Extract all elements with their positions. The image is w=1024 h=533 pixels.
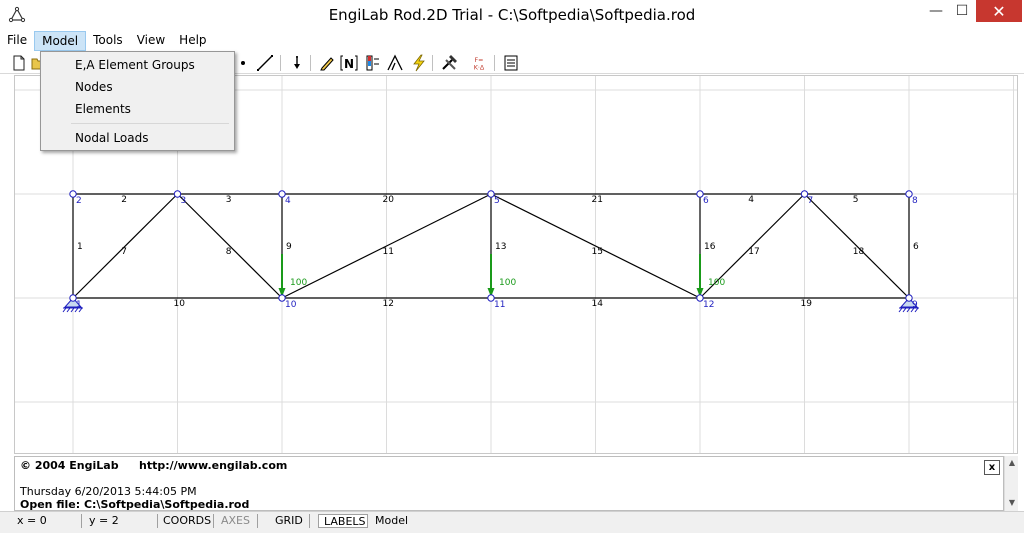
menu-tools[interactable]: Tools: [86, 31, 130, 51]
load-arrow-icon[interactable]: [288, 54, 306, 72]
output-panel: © 2004 EngiLab http://www.engilab.com Th…: [14, 456, 1004, 511]
element-label-16: 16: [704, 242, 716, 252]
output-scrollbar[interactable]: ▲ ▼: [1004, 456, 1018, 511]
menu-item-nodal-loads[interactable]: Nodal Loads: [75, 128, 148, 148]
element-label-12: 12: [383, 299, 394, 309]
menu-item-elements[interactable]: Elements: [75, 99, 131, 119]
fk-top-text: F=: [475, 57, 484, 64]
element-18[interactable]: [804, 193, 910, 299]
element-8[interactable]: [177, 193, 283, 299]
support-hatch-9: [902, 307, 907, 313]
element-7[interactable]: [72, 193, 178, 299]
element-label-9: 9: [286, 242, 292, 252]
timestamp-text: Thursday 6/20/2013 5:44:05 PM: [20, 485, 197, 498]
element-label-15: 15: [592, 247, 603, 257]
node-label-3: 3: [181, 196, 187, 206]
node-label-5: 5: [494, 196, 500, 206]
support-hatch-9: [898, 307, 903, 313]
node-label-12: 12: [703, 300, 714, 310]
website-link[interactable]: http://www.engilab.com: [139, 459, 287, 472]
element-label-19: 19: [801, 299, 813, 309]
fk-formula-icon[interactable]: F= K·Δ: [470, 54, 488, 72]
element-label-18: 18: [853, 247, 865, 257]
scroll-up-icon[interactable]: ▲: [1005, 456, 1019, 470]
element-label-11: 11: [383, 247, 394, 257]
model-dropdown-menu: E,A Element Groups Nodes Elements Nodal …: [40, 51, 235, 151]
element-label-21: 21: [592, 195, 603, 205]
element-label-1: 1: [77, 242, 83, 252]
element-label-13: 13: [495, 242, 506, 252]
load-value-12: 100: [708, 278, 725, 288]
node-label-7: 7: [808, 196, 814, 206]
element-label-7: 7: [121, 247, 127, 257]
lightning-icon[interactable]: [410, 54, 428, 72]
node-label-11: 11: [494, 300, 505, 310]
status-coords-toggle[interactable]: COORDS: [158, 514, 214, 528]
loads-layer: 100 100 100: [278, 254, 725, 297]
new-file-icon[interactable]: [10, 54, 28, 72]
menu-item-nodes[interactable]: Nodes: [75, 77, 113, 97]
close-window-button[interactable]: ✕: [976, 0, 1022, 22]
status-labels-toggle[interactable]: LABELS: [318, 514, 368, 528]
node-label-1: 1: [76, 300, 82, 310]
support-hatch-1: [62, 307, 67, 313]
pencil-icon[interactable]: [318, 54, 336, 72]
title-bar: EngiLab Rod.2D Trial - C:\Softpedia\Soft…: [0, 0, 1024, 30]
maximize-button[interactable]: ☐: [950, 0, 974, 22]
node-label-8: 8: [912, 196, 918, 206]
output-close-button[interactable]: x: [984, 460, 1000, 475]
scroll-down-icon[interactable]: ▼: [1005, 496, 1019, 510]
open-file-text: Open file: C:\Softpedia\Softpedia.rod: [20, 498, 250, 511]
window-title: EngiLab Rod.2D Trial - C:\Softpedia\Soft…: [328, 6, 696, 24]
element-label-8: 8: [226, 247, 232, 257]
status-bar: x = 0 y = 2 COORDS AXES GRID LABELS Mode…: [0, 511, 1024, 533]
element-label-3: 3: [226, 195, 232, 205]
node-label-9: 9: [912, 300, 918, 310]
menu-bar: File Model Tools View Help: [0, 31, 1024, 51]
element-label-5: 5: [853, 195, 859, 205]
menu-help[interactable]: Help: [172, 31, 213, 51]
color-bar-icon[interactable]: [364, 54, 382, 72]
status-y: y = 2: [84, 514, 158, 528]
menu-model[interactable]: Model: [34, 31, 87, 51]
n-label-text: N: [344, 57, 354, 71]
status-mode: Model: [375, 514, 409, 527]
menu-view[interactable]: View: [130, 31, 172, 51]
status-x: x = 0: [12, 514, 82, 528]
element-label-6: 6: [913, 242, 919, 252]
menu-file[interactable]: File: [0, 31, 34, 51]
node-label-2: 2: [76, 196, 82, 206]
menu-separator: [71, 123, 229, 124]
element-label-2: 2: [121, 195, 127, 205]
element-label-20: 20: [383, 195, 395, 205]
status-grid-toggle[interactable]: GRID: [270, 514, 310, 528]
element-label-10: 10: [174, 299, 186, 309]
element-label-17: 17: [748, 247, 759, 257]
draw-line-icon[interactable]: [256, 54, 274, 72]
elements-layer: 12 3 4 567 8 9101112131415 16 17 181920 21: [72, 193, 919, 309]
copyright-text: © 2004 EngiLab: [20, 459, 119, 472]
nodes-layer: 12 3 4 5 6 7 8910 11 12: [69, 190, 918, 310]
node-point-icon[interactable]: [234, 54, 252, 72]
status-axes-toggle[interactable]: AXES: [216, 514, 258, 528]
node-label-6: 6: [703, 196, 709, 206]
node-label-4: 4: [285, 196, 291, 206]
menu-item-ea-element-groups[interactable]: E,A Element Groups: [75, 55, 195, 75]
element-label-14: 14: [592, 299, 604, 309]
minimize-button[interactable]: —: [924, 0, 948, 22]
app-window: EngiLab Rod.2D Trial - C:\Softpedia\Soft…: [0, 0, 1024, 533]
report-icon[interactable]: [502, 54, 520, 72]
fk-bottom-text: K·Δ: [474, 64, 485, 71]
hammer-icon[interactable]: [440, 54, 458, 72]
load-value-11: 100: [499, 278, 516, 288]
element-label-4: 4: [748, 195, 754, 205]
lambda-icon[interactable]: [386, 54, 404, 72]
N-label-icon[interactable]: N: [340, 54, 358, 72]
support-hatch-1: [66, 307, 71, 313]
node-label-10: 10: [285, 300, 297, 310]
load-value-10: 100: [290, 278, 307, 288]
